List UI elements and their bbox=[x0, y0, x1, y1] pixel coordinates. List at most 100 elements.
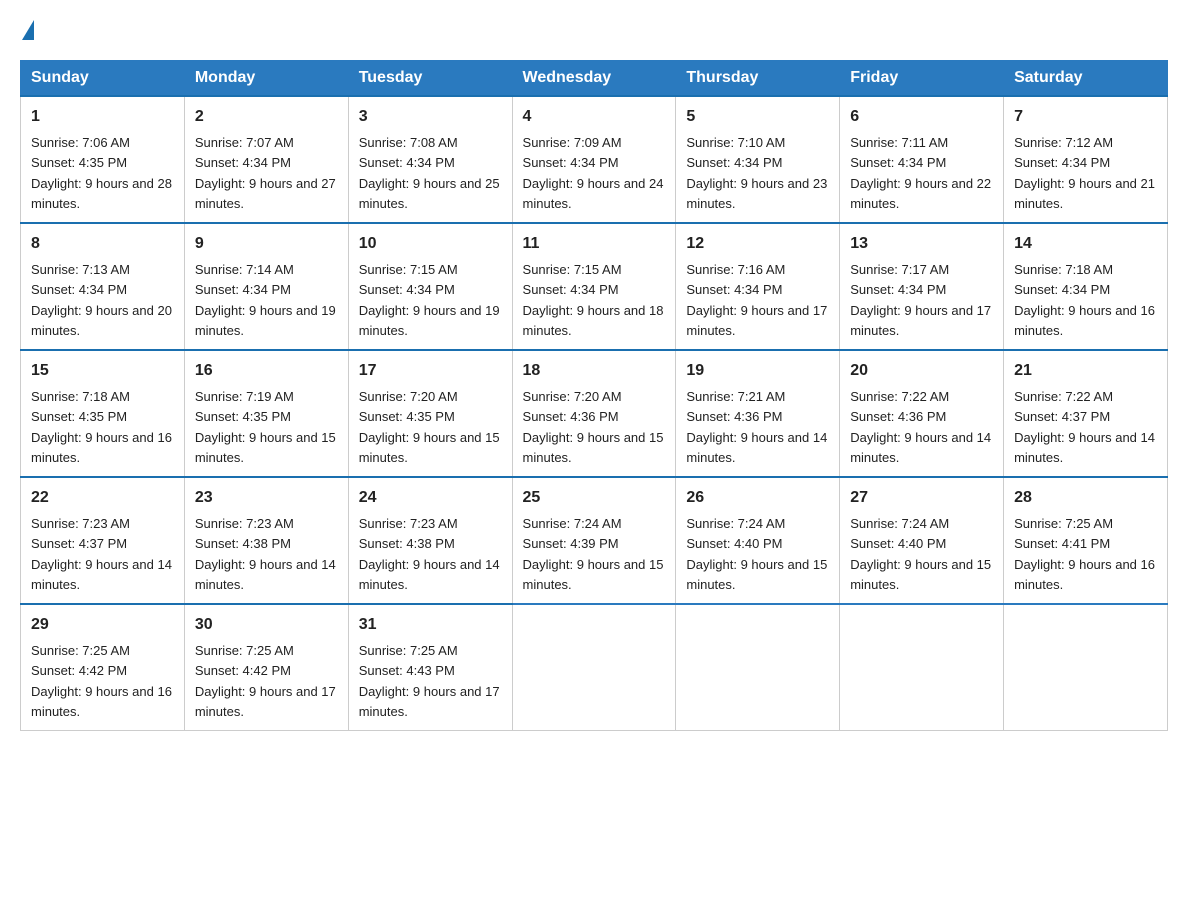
day-number: 15 bbox=[31, 359, 174, 383]
day-cell-8: 8 Sunrise: 7:13 AMSunset: 4:34 PMDaylight… bbox=[21, 223, 185, 350]
day-number: 3 bbox=[359, 105, 502, 129]
day-number: 23 bbox=[195, 486, 338, 510]
logo-triangle-icon bbox=[22, 20, 34, 40]
day-info: Sunrise: 7:21 AMSunset: 4:36 PMDaylight:… bbox=[686, 389, 827, 465]
day-cell-4: 4 Sunrise: 7:09 AMSunset: 4:34 PMDaylight… bbox=[512, 96, 676, 223]
day-number: 6 bbox=[850, 105, 993, 129]
day-info: Sunrise: 7:15 AMSunset: 4:34 PMDaylight:… bbox=[359, 262, 500, 338]
day-number: 26 bbox=[686, 486, 829, 510]
page-header bbox=[20, 20, 1168, 40]
day-cell-1: 1 Sunrise: 7:06 AMSunset: 4:35 PMDaylight… bbox=[21, 96, 185, 223]
day-cell-12: 12 Sunrise: 7:16 AMSunset: 4:34 PMDayligh… bbox=[676, 223, 840, 350]
day-cell-6: 6 Sunrise: 7:11 AMSunset: 4:34 PMDaylight… bbox=[840, 96, 1004, 223]
day-info: Sunrise: 7:06 AMSunset: 4:35 PMDaylight:… bbox=[31, 135, 172, 211]
day-info: Sunrise: 7:25 AMSunset: 4:41 PMDaylight:… bbox=[1014, 516, 1155, 592]
day-cell-31: 31 Sunrise: 7:25 AMSunset: 4:43 PMDayligh… bbox=[348, 604, 512, 731]
day-number: 28 bbox=[1014, 486, 1157, 510]
day-cell-7: 7 Sunrise: 7:12 AMSunset: 4:34 PMDaylight… bbox=[1004, 96, 1168, 223]
day-cell-20: 20 Sunrise: 7:22 AMSunset: 4:36 PMDayligh… bbox=[840, 350, 1004, 477]
day-cell-5: 5 Sunrise: 7:10 AMSunset: 4:34 PMDaylight… bbox=[676, 96, 840, 223]
day-number: 11 bbox=[523, 232, 666, 256]
day-number: 24 bbox=[359, 486, 502, 510]
day-info: Sunrise: 7:17 AMSunset: 4:34 PMDaylight:… bbox=[850, 262, 991, 338]
day-number: 4 bbox=[523, 105, 666, 129]
day-info: Sunrise: 7:25 AMSunset: 4:42 PMDaylight:… bbox=[31, 643, 172, 719]
day-number: 25 bbox=[523, 486, 666, 510]
day-cell-27: 27 Sunrise: 7:24 AMSunset: 4:40 PMDayligh… bbox=[840, 477, 1004, 604]
day-info: Sunrise: 7:23 AMSunset: 4:38 PMDaylight:… bbox=[195, 516, 336, 592]
empty-cell bbox=[676, 604, 840, 731]
day-cell-23: 23 Sunrise: 7:23 AMSunset: 4:38 PMDayligh… bbox=[184, 477, 348, 604]
day-info: Sunrise: 7:25 AMSunset: 4:43 PMDaylight:… bbox=[359, 643, 500, 719]
day-info: Sunrise: 7:20 AMSunset: 4:36 PMDaylight:… bbox=[523, 389, 664, 465]
day-number: 20 bbox=[850, 359, 993, 383]
day-info: Sunrise: 7:15 AMSunset: 4:34 PMDaylight:… bbox=[523, 262, 664, 338]
day-info: Sunrise: 7:19 AMSunset: 4:35 PMDaylight:… bbox=[195, 389, 336, 465]
day-number: 9 bbox=[195, 232, 338, 256]
day-number: 1 bbox=[31, 105, 174, 129]
day-number: 16 bbox=[195, 359, 338, 383]
empty-cell bbox=[840, 604, 1004, 731]
day-cell-28: 28 Sunrise: 7:25 AMSunset: 4:41 PMDayligh… bbox=[1004, 477, 1168, 604]
day-info: Sunrise: 7:16 AMSunset: 4:34 PMDaylight:… bbox=[686, 262, 827, 338]
day-number: 17 bbox=[359, 359, 502, 383]
day-cell-19: 19 Sunrise: 7:21 AMSunset: 4:36 PMDayligh… bbox=[676, 350, 840, 477]
week-row-3: 15 Sunrise: 7:18 AMSunset: 4:35 PMDayligh… bbox=[21, 350, 1168, 477]
calendar-header-sunday: Sunday bbox=[21, 61, 185, 97]
day-cell-21: 21 Sunrise: 7:22 AMSunset: 4:37 PMDayligh… bbox=[1004, 350, 1168, 477]
day-number: 2 bbox=[195, 105, 338, 129]
day-number: 27 bbox=[850, 486, 993, 510]
day-number: 19 bbox=[686, 359, 829, 383]
day-number: 14 bbox=[1014, 232, 1157, 256]
logo bbox=[20, 20, 34, 40]
day-info: Sunrise: 7:07 AMSunset: 4:34 PMDaylight:… bbox=[195, 135, 336, 211]
day-cell-24: 24 Sunrise: 7:23 AMSunset: 4:38 PMDayligh… bbox=[348, 477, 512, 604]
day-info: Sunrise: 7:09 AMSunset: 4:34 PMDaylight:… bbox=[523, 135, 664, 211]
day-number: 12 bbox=[686, 232, 829, 256]
day-number: 8 bbox=[31, 232, 174, 256]
day-info: Sunrise: 7:13 AMSunset: 4:34 PMDaylight:… bbox=[31, 262, 172, 338]
day-cell-11: 11 Sunrise: 7:15 AMSunset: 4:34 PMDayligh… bbox=[512, 223, 676, 350]
calendar-table: SundayMondayTuesdayWednesdayThursdayFrid… bbox=[20, 60, 1168, 731]
day-info: Sunrise: 7:23 AMSunset: 4:37 PMDaylight:… bbox=[31, 516, 172, 592]
day-number: 18 bbox=[523, 359, 666, 383]
day-info: Sunrise: 7:20 AMSunset: 4:35 PMDaylight:… bbox=[359, 389, 500, 465]
day-cell-2: 2 Sunrise: 7:07 AMSunset: 4:34 PMDaylight… bbox=[184, 96, 348, 223]
week-row-2: 8 Sunrise: 7:13 AMSunset: 4:34 PMDaylight… bbox=[21, 223, 1168, 350]
day-info: Sunrise: 7:18 AMSunset: 4:34 PMDaylight:… bbox=[1014, 262, 1155, 338]
week-row-4: 22Sunrise: 7:23 AMSunset: 4:37 PMDayligh… bbox=[21, 477, 1168, 604]
empty-cell bbox=[512, 604, 676, 731]
day-info: Sunrise: 7:25 AMSunset: 4:42 PMDaylight:… bbox=[195, 643, 336, 719]
week-row-1: 1 Sunrise: 7:06 AMSunset: 4:35 PMDaylight… bbox=[21, 96, 1168, 223]
day-number: 21 bbox=[1014, 359, 1157, 383]
day-info: Sunrise: 7:10 AMSunset: 4:34 PMDaylight:… bbox=[686, 135, 827, 211]
day-cell-25: 25Sunrise: 7:24 AMSunset: 4:39 PMDayligh… bbox=[512, 477, 676, 604]
empty-cell bbox=[1004, 604, 1168, 731]
day-number: 30 bbox=[195, 613, 338, 637]
day-info: Sunrise: 7:14 AMSunset: 4:34 PMDaylight:… bbox=[195, 262, 336, 338]
day-info: Sunrise: 7:22 AMSunset: 4:37 PMDaylight:… bbox=[1014, 389, 1155, 465]
day-info: Sunrise: 7:22 AMSunset: 4:36 PMDaylight:… bbox=[850, 389, 991, 465]
day-cell-18: 18 Sunrise: 7:20 AMSunset: 4:36 PMDayligh… bbox=[512, 350, 676, 477]
day-info: Sunrise: 7:24 AMSunset: 4:40 PMDaylight:… bbox=[686, 516, 827, 592]
day-number: 5 bbox=[686, 105, 829, 129]
day-cell-30: 30 Sunrise: 7:25 AMSunset: 4:42 PMDayligh… bbox=[184, 604, 348, 731]
day-cell-14: 14 Sunrise: 7:18 AMSunset: 4:34 PMDayligh… bbox=[1004, 223, 1168, 350]
day-cell-17: 17 Sunrise: 7:20 AMSunset: 4:35 PMDayligh… bbox=[348, 350, 512, 477]
day-info: Sunrise: 7:23 AMSunset: 4:38 PMDaylight:… bbox=[359, 516, 500, 592]
day-cell-15: 15 Sunrise: 7:18 AMSunset: 4:35 PMDayligh… bbox=[21, 350, 185, 477]
day-number: 10 bbox=[359, 232, 502, 256]
calendar-header-thursday: Thursday bbox=[676, 61, 840, 97]
day-info: Sunrise: 7:24 AMSunset: 4:40 PMDaylight:… bbox=[850, 516, 991, 592]
day-number: 31 bbox=[359, 613, 502, 637]
day-cell-13: 13Sunrise: 7:17 AMSunset: 4:34 PMDayligh… bbox=[840, 223, 1004, 350]
calendar-header-friday: Friday bbox=[840, 61, 1004, 97]
day-info: Sunrise: 7:12 AMSunset: 4:34 PMDaylight:… bbox=[1014, 135, 1155, 211]
day-info: Sunrise: 7:11 AMSunset: 4:34 PMDaylight:… bbox=[850, 135, 991, 211]
day-cell-26: 26 Sunrise: 7:24 AMSunset: 4:40 PMDayligh… bbox=[676, 477, 840, 604]
day-number: 7 bbox=[1014, 105, 1157, 129]
day-cell-3: 3 Sunrise: 7:08 AMSunset: 4:34 PMDaylight… bbox=[348, 96, 512, 223]
calendar-header-tuesday: Tuesday bbox=[348, 61, 512, 97]
day-info: Sunrise: 7:08 AMSunset: 4:34 PMDaylight:… bbox=[359, 135, 500, 211]
day-info: Sunrise: 7:18 AMSunset: 4:35 PMDaylight:… bbox=[31, 389, 172, 465]
